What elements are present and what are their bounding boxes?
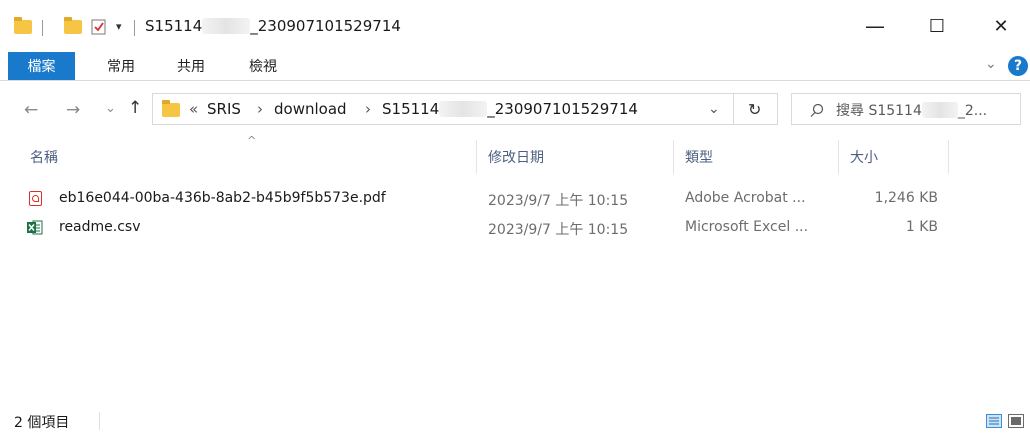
column-header-size[interactable]: 大小 <box>850 140 878 174</box>
maximize-button[interactable]: ☐ <box>914 0 960 52</box>
title-divider <box>134 20 135 36</box>
window-title: S15114 _230907101529714 <box>145 17 401 35</box>
quick-access-dropdown-icon[interactable]: ▾ <box>116 20 122 33</box>
file-size: 1,246 KB <box>874 190 938 206</box>
tab-home[interactable]: 常用 <box>107 52 135 80</box>
file-modified: 2023/9/7 上午 10:15 <box>488 193 629 209</box>
forward-button[interactable]: → <box>66 100 80 120</box>
column-header-modified[interactable]: 修改日期 <box>488 140 544 174</box>
breadcrumb-separator[interactable]: › <box>257 94 263 124</box>
refresh-icon[interactable]: ↻ <box>748 94 761 124</box>
search-box[interactable]: 搜尋 S15114 _2... <box>791 93 1021 125</box>
column-header-name[interactable]: 名稱 <box>30 140 58 174</box>
toolbar-divider <box>42 20 43 36</box>
minimize-button[interactable]: — <box>852 0 898 52</box>
ribbon-bar <box>0 52 1030 81</box>
breadcrumb-overflow[interactable]: « <box>189 94 198 124</box>
breadcrumb-separator[interactable]: › <box>365 94 371 124</box>
address-folder-icon <box>162 100 180 117</box>
file-type: Adobe Acrobat ... <box>685 190 806 206</box>
close-button[interactable]: ✕ <box>978 0 1024 52</box>
address-dropdown-icon[interactable]: ⌄ <box>708 94 720 124</box>
new-folder-icon[interactable] <box>64 17 82 34</box>
up-button[interactable]: ↑ <box>128 98 142 118</box>
file-name[interactable]: readme.csv <box>59 219 141 235</box>
details-view-icon[interactable] <box>986 414 1002 428</box>
large-icons-view-icon[interactable] <box>1008 414 1024 428</box>
file-type: Microsoft Excel ... <box>685 219 809 235</box>
excel-csv-icon <box>27 220 43 235</box>
breadcrumb-current-folder[interactable]: S15114 _230907101529714 <box>382 94 638 124</box>
sort-indicator-icon: ^ <box>247 134 257 147</box>
folder-icon <box>14 17 32 34</box>
tab-view[interactable]: 檢視 <box>249 52 277 80</box>
column-divider[interactable] <box>476 140 477 174</box>
tab-share[interactable]: 共用 <box>177 52 205 80</box>
pdf-icon <box>29 191 42 206</box>
file-row[interactable]: eb16e044-00ba-436b-8ab2-b45b9f5b573e.pdf… <box>26 187 948 211</box>
column-divider[interactable] <box>948 140 949 174</box>
back-button[interactable]: ← <box>24 100 38 120</box>
search-icon <box>810 103 824 117</box>
column-divider[interactable] <box>838 140 839 174</box>
column-header-type[interactable]: 類型 <box>685 140 713 174</box>
address-divider <box>733 94 734 124</box>
status-item-count: 2 個項目 <box>14 415 70 431</box>
search-placeholder: 搜尋 S15114 _2... <box>836 102 988 119</box>
breadcrumb-download[interactable]: download <box>274 94 347 124</box>
tab-file[interactable]: 檔案 <box>8 52 75 80</box>
column-divider[interactable] <box>673 140 674 174</box>
file-size: 1 KB <box>905 219 938 235</box>
help-icon[interactable]: ? <box>1008 56 1028 76</box>
recent-locations-icon[interactable]: ⌄ <box>105 101 116 116</box>
properties-icon[interactable] <box>91 18 107 35</box>
file-name[interactable]: eb16e044-00ba-436b-8ab2-b45b9f5b573e.pdf <box>59 190 386 206</box>
breadcrumb-sris[interactable]: SRIS <box>207 94 241 124</box>
expand-ribbon-icon[interactable]: ⌄ <box>985 56 997 72</box>
file-row[interactable]: readme.csv 2023/9/7 上午 10:15 Microsoft E… <box>26 216 948 240</box>
address-bar[interactable]: « SRIS › download › S15114 _2309071015297… <box>152 93 778 125</box>
status-divider <box>99 412 100 430</box>
file-modified: 2023/9/7 上午 10:15 <box>488 222 629 238</box>
